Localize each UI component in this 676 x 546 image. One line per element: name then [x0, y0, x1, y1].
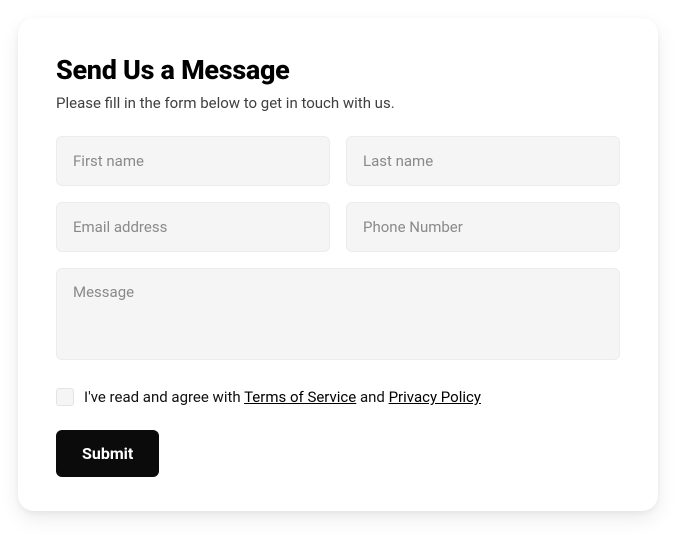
form-subtitle: Please fill in the form below to get in … [56, 94, 620, 112]
first-name-field[interactable] [56, 136, 330, 186]
phone-field[interactable] [346, 202, 620, 252]
agreement-row: I've read and agree with Terms of Servic… [56, 388, 620, 406]
message-field[interactable] [56, 268, 620, 360]
last-name-field[interactable] [346, 136, 620, 186]
privacy-link[interactable]: Privacy Policy [389, 388, 481, 406]
contact-row [56, 202, 620, 252]
name-row [56, 136, 620, 186]
terms-link[interactable]: Terms of Service [244, 388, 356, 406]
contact-form-card: Send Us a Message Please fill in the for… [18, 18, 658, 511]
agreement-text: I've read and agree with Terms of Servic… [84, 388, 481, 406]
submit-button[interactable]: Submit [56, 430, 159, 477]
email-field[interactable] [56, 202, 330, 252]
form-title: Send Us a Message [56, 54, 620, 86]
agreement-checkbox[interactable] [56, 388, 74, 406]
